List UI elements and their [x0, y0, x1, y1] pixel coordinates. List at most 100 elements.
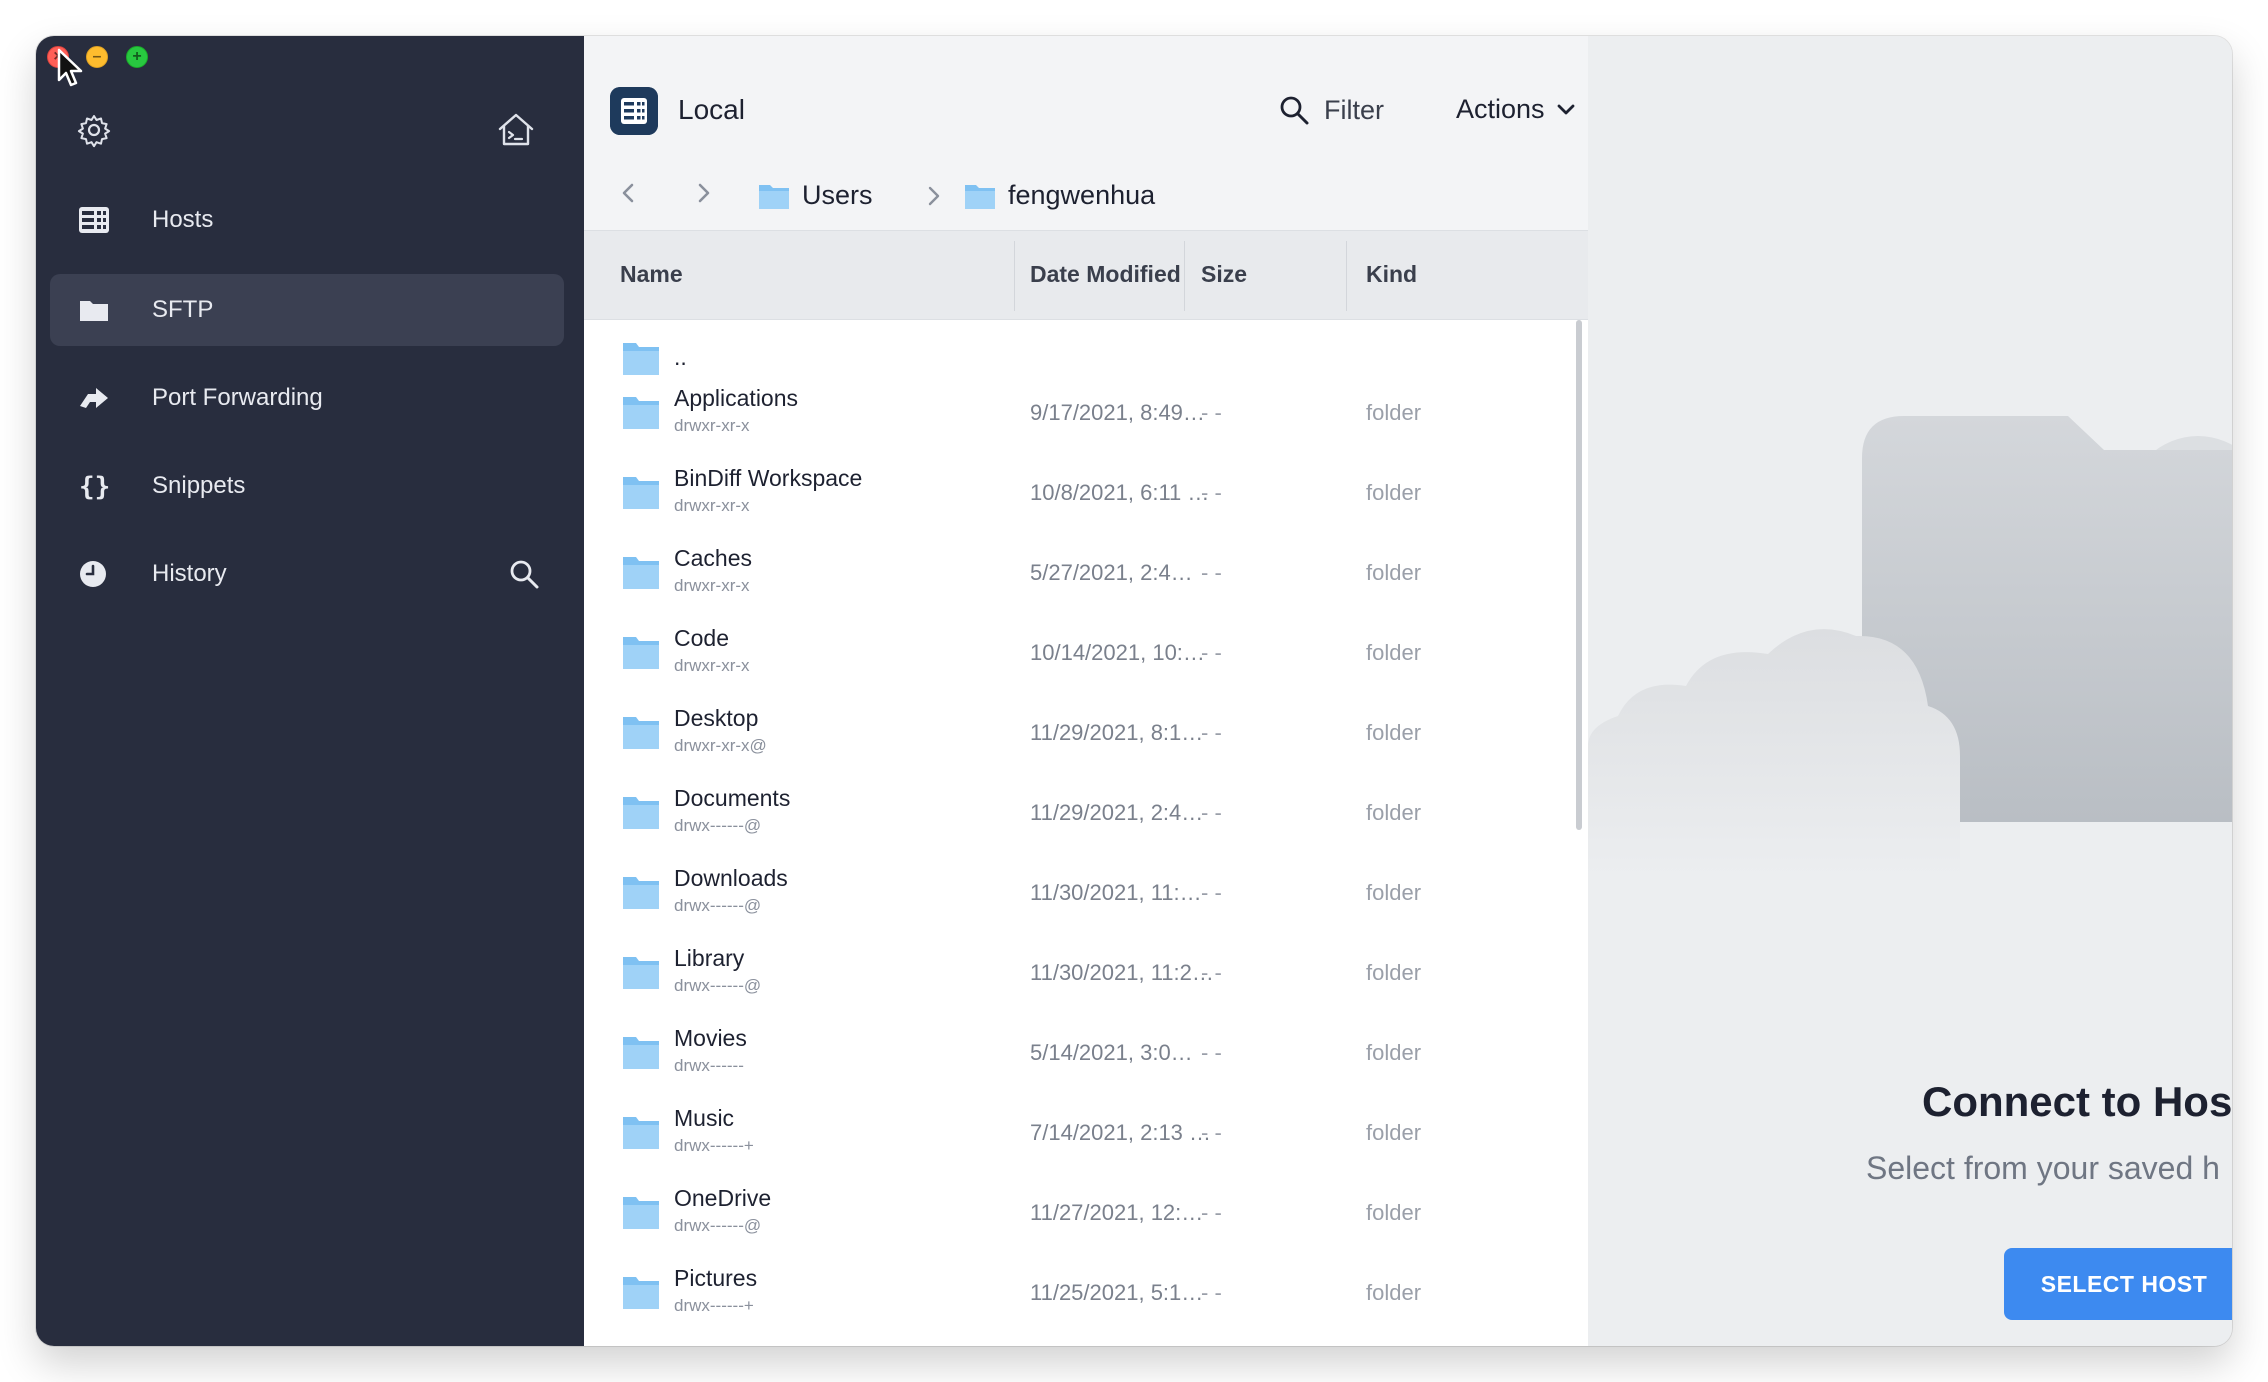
file-row[interactable]: Caches drwxr-xr-x 5/27/2021, 2:4… - - folder [584, 534, 1574, 614]
file-name: OneDrive [674, 1185, 772, 1211]
file-list-scrollbar[interactable] [1576, 320, 1582, 830]
file-row[interactable]: Applications drwxr-xr-x 9/17/2021, 8:49… - … [584, 374, 1574, 454]
breadcrumb-label: Users [802, 180, 873, 210]
file-row[interactable]: Library drwx------@ 11/30/2021, 11:2… - - fo… [584, 934, 1574, 1014]
file-date-modified: 11/30/2021, 11:… [1030, 880, 1202, 905]
file-permissions: drwxr-xr-x [674, 576, 750, 595]
column-divider[interactable] [1184, 241, 1185, 311]
folder-icon [623, 1117, 659, 1149]
file-kind: folder [1366, 960, 1422, 985]
file-permissions: drwx------ [674, 1056, 744, 1075]
folder-icon [623, 797, 659, 829]
column-divider[interactable] [1346, 241, 1347, 311]
port-forwarding-icon [80, 388, 108, 408]
sidebar-item-label: Snippets [152, 472, 246, 499]
local-terminal-home-icon[interactable] [496, 110, 536, 150]
chevron-down-icon [1557, 104, 1574, 114]
file-table-header: Name Date Modified Size Kind [584, 230, 1588, 320]
file-row[interactable]: Documents drwx------@ 11/29/2021, 2:4… - - f… [584, 774, 1574, 854]
column-date-modified[interactable]: Date Modified [1030, 261, 1181, 288]
breadcrumb-fengwenhua[interactable]: fengwenhua [964, 180, 1155, 211]
chevron-right-icon [928, 186, 940, 206]
file-date-modified: 11/30/2021, 11:2… [1030, 960, 1214, 985]
file-permissions: drwx------@ [674, 896, 762, 915]
forward-arrow-icon[interactable] [692, 182, 714, 204]
search-icon [1280, 96, 1309, 125]
file-permissions: drwxr-xr-x [674, 496, 750, 515]
folder-icon [623, 343, 659, 375]
column-kind[interactable]: Kind [1366, 261, 1417, 288]
sidebar-item-label: Hosts [152, 206, 214, 233]
maximize-window-button[interactable]: + [126, 46, 148, 68]
file-size: - - [1201, 560, 1222, 585]
back-arrow-icon[interactable] [618, 182, 640, 204]
column-name[interactable]: Name [620, 261, 683, 288]
sidebar-item-label: SFTP [152, 296, 214, 323]
minimize-dash-icon: – [92, 48, 102, 65]
file-row[interactable]: Desktop drwxr-xr-x@ 11/29/2021, 8:1… - - fol… [584, 694, 1574, 774]
file-permissions: drwx------+ [674, 1136, 754, 1155]
actions-label: Actions [1456, 94, 1545, 124]
folder-icon [623, 957, 659, 989]
connect-subtitle: Select from your saved h [1866, 1150, 2220, 1186]
file-size: - - [1201, 1280, 1222, 1305]
file-size: - - [1201, 1120, 1222, 1145]
file-row[interactable]: Music drwx------+ 7/14/2021, 2:13 … - - fold… [584, 1094, 1574, 1174]
actions-dropdown[interactable]: Actions [1456, 94, 1577, 125]
settings-gear-icon[interactable] [76, 112, 112, 148]
sidebar-item-port-forwarding[interactable]: Port Forwarding [50, 362, 564, 434]
folder-icon [623, 397, 659, 429]
file-name: Pictures [674, 1265, 758, 1291]
file-kind: folder [1366, 800, 1422, 825]
folder-icon [623, 1277, 659, 1309]
select-host-button[interactable]: SELECT HOST [2004, 1248, 2232, 1320]
file-row[interactable]: Movies drwx------ 5/14/2021, 3:0… - - folder [584, 1014, 1574, 1094]
column-divider[interactable] [1014, 241, 1015, 311]
folder-icon [759, 184, 789, 209]
column-size[interactable]: Size [1201, 261, 1247, 288]
file-row[interactable]: Code drwxr-xr-x 10/14/2021, 10:… - - folder [584, 614, 1574, 694]
file-name: Library [674, 945, 745, 971]
file-date-modified: 9/17/2021, 8:49… [1030, 400, 1205, 425]
folder-icon [623, 1197, 659, 1229]
file-date-modified: 11/29/2021, 2:4… [1030, 800, 1204, 825]
file-kind: folder [1366, 640, 1422, 665]
file-permissions: drwxr-xr-x [674, 416, 750, 435]
file-date-modified: 7/14/2021, 2:13 … [1030, 1120, 1212, 1145]
filter-label: Filter [1324, 94, 1384, 125]
folder-icon [623, 477, 659, 509]
sidebar-item-history[interactable]: History [50, 538, 564, 610]
file-permissions: drwxr-xr-x@ [674, 736, 767, 755]
file-date-modified: 10/8/2021, 6:11 … [1030, 480, 1210, 505]
panel-title: Local [678, 94, 745, 125]
folder-icon [623, 557, 659, 589]
file-name: Caches [674, 545, 752, 571]
file-name: Documents [674, 785, 791, 811]
file-row[interactable]: BinDiff Workspace drwxr-xr-x 10/8/2021, 6:… [584, 454, 1574, 534]
sidebar-item-snippets[interactable]: {} Snippets [50, 450, 564, 522]
file-row[interactable]: OneDrive drwx------@ 11/27/2021, 12:… - - fo… [584, 1174, 1574, 1254]
connect-title: Connect to Hos [1922, 1078, 2232, 1125]
sidebar-item-label: History [152, 560, 227, 587]
local-host-icon [610, 87, 658, 135]
search-history-icon[interactable] [508, 558, 540, 590]
file-date-modified: 11/27/2021, 12:… [1030, 1200, 1204, 1225]
filter-button[interactable]: Filter [1278, 94, 1384, 126]
sidebar-item-sftp[interactable]: SFTP [50, 274, 564, 346]
cloud-folder-illustration [1588, 416, 2232, 880]
file-kind: folder [1366, 1120, 1422, 1145]
sidebar-item-hosts[interactable]: Hosts [50, 184, 564, 256]
file-permissions: drwx------+ [674, 1296, 754, 1315]
app-window: × – + Hosts [36, 36, 2232, 1346]
breadcrumb-users[interactable]: Users [758, 180, 873, 211]
file-size: - - [1201, 1040, 1222, 1065]
file-row[interactable]: Downloads drwx------@ 11/30/2021, 11:… - - f… [584, 854, 1574, 934]
file-name: BinDiff Workspace [674, 465, 863, 491]
file-name: Music [674, 1105, 735, 1131]
file-size: - - [1201, 880, 1222, 905]
minimize-window-button[interactable]: – [86, 46, 108, 68]
file-list: .. Applications drwxr-xr-x 9/17/2021, 8:49… [584, 320, 1574, 1346]
sidebar-item-label: Port Forwarding [152, 384, 323, 411]
svg-text:{}: {} [79, 472, 110, 500]
file-row[interactable]: Pictures drwx------+ 11/25/2021, 5:1… - - fo… [584, 1254, 1574, 1334]
